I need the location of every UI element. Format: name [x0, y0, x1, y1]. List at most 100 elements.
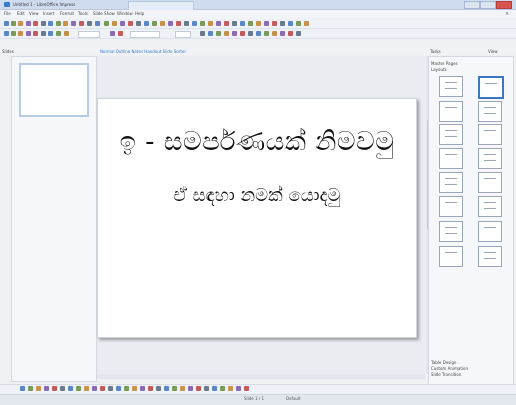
layout-option-9[interactable] — [439, 172, 463, 193]
layout-option-13[interactable] — [439, 221, 463, 242]
standard-tool-icon-20[interactable] — [152, 21, 157, 26]
standard-tool-icon-6[interactable] — [41, 21, 46, 26]
standard-tool-icon-14[interactable] — [104, 21, 109, 26]
drawing-tool-icon-4[interactable] — [44, 386, 49, 391]
drawing-tool-icon-1[interactable] — [20, 386, 25, 391]
layout-option-8[interactable] — [478, 148, 502, 169]
drawing-tool-icon-10[interactable] — [92, 386, 97, 391]
layout-option-5[interactable] — [439, 124, 463, 145]
standard-tool-icon-3[interactable] — [18, 21, 23, 26]
font-size-field[interactable] — [175, 31, 191, 38]
layout-option-16[interactable] — [478, 246, 502, 267]
formatting-tool-icon-7[interactable] — [48, 31, 53, 36]
formatting-tool-icon-1[interactable] — [4, 31, 9, 36]
formatting-tool-icon-6[interactable] — [41, 31, 46, 36]
slide-canvas[interactable]: ඉ - සමර්පණයක් නිමවමු ඒ සඳහා නමක් යොදමු — [97, 98, 417, 338]
standard-tool-icon-1[interactable] — [4, 21, 9, 26]
drawing-tool-icon-13[interactable] — [116, 386, 121, 391]
standard-tool-icon-4[interactable] — [26, 21, 31, 26]
menu-file[interactable]: File — [4, 11, 11, 16]
slide-title[interactable]: ඉ - සමර්පණයක් නිමවමු — [98, 127, 416, 158]
standard-tool-icon-18[interactable] — [136, 21, 141, 26]
formatting-tool-icon-2[interactable] — [11, 31, 16, 36]
standard-tool-icon-17[interactable] — [128, 21, 133, 26]
standard-tool-icon-7[interactable] — [48, 21, 53, 26]
standard-tool-icon-24[interactable] — [184, 21, 189, 26]
standard-tool-icon-25[interactable] — [192, 21, 197, 26]
formatting-tool-icon-13[interactable] — [208, 31, 213, 36]
menu-insert[interactable]: Insert — [43, 11, 54, 16]
standard-tool-icon-31[interactable] — [240, 21, 245, 26]
menu-edit[interactable]: Edit — [17, 11, 25, 16]
drawing-tool-icon-8[interactable] — [76, 386, 81, 391]
formatting-tool-icon-22[interactable] — [280, 31, 285, 36]
drawing-tool-icon-17[interactable] — [148, 386, 153, 391]
close-icon[interactable] — [496, 1, 512, 9]
drawing-tool-icon-18[interactable] — [156, 386, 161, 391]
standard-tool-icon-10[interactable] — [71, 21, 76, 26]
master-pages-section[interactable]: Master Pages — [431, 61, 458, 66]
slide-transition-section[interactable]: Slide Transition — [431, 372, 461, 377]
standard-tool-icon-15[interactable] — [112, 21, 117, 26]
menu-tools[interactable]: Tools — [78, 11, 88, 16]
formatting-tool-icon-8[interactable] — [56, 31, 61, 36]
layout-option-14[interactable] — [478, 221, 502, 242]
drawing-tool-icon-29[interactable] — [244, 386, 249, 391]
menu-view[interactable]: View — [29, 11, 39, 16]
drawing-tool-icon-15[interactable] — [132, 386, 137, 391]
standard-tool-icon-8[interactable] — [56, 21, 61, 26]
standard-tool-icon-13[interactable] — [95, 21, 100, 26]
slide-thumbnail-1[interactable] — [19, 63, 89, 117]
style-field[interactable] — [78, 31, 100, 38]
formatting-tool-icon-10[interactable] — [110, 31, 115, 36]
drawing-tool-icon-28[interactable] — [236, 386, 241, 391]
table-design-section[interactable]: Table Design — [431, 360, 456, 365]
standard-tool-icon-30[interactable] — [232, 21, 237, 26]
formatting-tool-icon-21[interactable] — [272, 31, 277, 36]
drawing-tool-icon-14[interactable] — [124, 386, 129, 391]
drawing-tool-icon-11[interactable] — [100, 386, 105, 391]
drawing-tool-icon-16[interactable] — [140, 386, 145, 391]
drawing-tool-icon-3[interactable] — [36, 386, 41, 391]
standard-tool-icon-5[interactable] — [33, 21, 38, 26]
formatting-tool-icon-12[interactable] — [200, 31, 205, 36]
standard-tool-icon-2[interactable] — [11, 21, 16, 26]
layout-option-3[interactable] — [439, 101, 463, 122]
layouts-section[interactable]: Layouts — [431, 67, 447, 72]
layout-option-2[interactable] — [478, 76, 504, 99]
formatting-tool-icon-19[interactable] — [256, 31, 261, 36]
menu-slideshow[interactable]: Slide Show — [93, 11, 115, 16]
standard-tool-icon-21[interactable] — [160, 21, 165, 26]
formatting-tool-icon-5[interactable] — [33, 31, 38, 36]
tasks-view-button[interactable]: View — [488, 49, 498, 54]
drawing-tool-icon-27[interactable] — [228, 386, 233, 391]
formatting-tool-icon-16[interactable] — [232, 31, 237, 36]
standard-tool-icon-9[interactable] — [63, 21, 68, 26]
drawing-tool-icon-24[interactable] — [204, 386, 209, 391]
title-tab[interactable] — [128, 1, 194, 10]
drawing-tool-icon-22[interactable] — [188, 386, 193, 391]
drawing-tool-icon-7[interactable] — [68, 386, 73, 391]
menu-format[interactable]: Format — [60, 11, 74, 16]
standard-tool-icon-12[interactable] — [87, 21, 92, 26]
layout-option-12[interactable] — [478, 196, 502, 217]
drawing-tool-icon-26[interactable] — [220, 386, 225, 391]
standard-tool-icon-37[interactable] — [288, 21, 293, 26]
drawing-tool-icon-23[interactable] — [196, 386, 201, 391]
formatting-tool-icon-3[interactable] — [18, 31, 23, 36]
standard-tool-icon-38[interactable] — [296, 21, 301, 26]
standard-tool-icon-32[interactable] — [248, 21, 253, 26]
drawing-tool-icon-9[interactable] — [84, 386, 89, 391]
menu-help[interactable]: Help — [135, 11, 144, 16]
drawing-tool-icon-6[interactable] — [60, 386, 65, 391]
standard-tool-icon-19[interactable] — [144, 21, 149, 26]
menu-window[interactable]: Window — [117, 11, 133, 16]
formatting-tool-icon-14[interactable] — [216, 31, 221, 36]
slide-subtitle[interactable]: ඒ සඳහා නමක් යොදමු — [98, 185, 416, 206]
formatting-tool-icon-18[interactable] — [248, 31, 253, 36]
drawing-tool-icon-25[interactable] — [212, 386, 217, 391]
standard-tool-icon-22[interactable] — [168, 21, 173, 26]
drawing-tool-icon-21[interactable] — [180, 386, 185, 391]
formatting-tool-icon-20[interactable] — [264, 31, 269, 36]
standard-tool-icon-39[interactable] — [304, 21, 309, 26]
